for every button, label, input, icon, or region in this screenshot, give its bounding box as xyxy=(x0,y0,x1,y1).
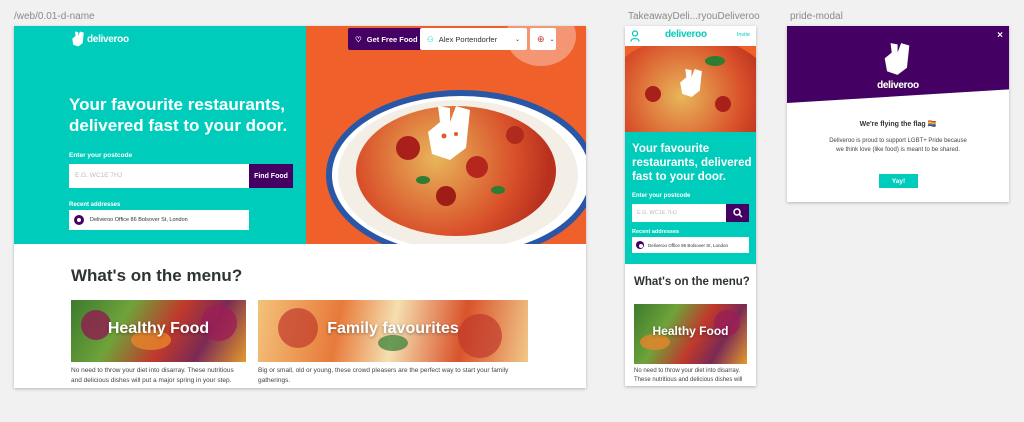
location-pin-icon xyxy=(74,215,84,225)
healthy-food-card-title: Healthy Food xyxy=(652,324,729,338)
recent-addresses-label: Recent addresses xyxy=(632,229,680,235)
deliveroo-kangaroo-icon xyxy=(680,69,702,97)
mobile-header: deliveroo Invite xyxy=(625,26,756,46)
hero-food-photo xyxy=(625,46,756,132)
mobile-frame: deliveroo Invite Your favourite restaura… xyxy=(625,26,756,386)
user-icon: ⚇ xyxy=(427,34,434,44)
healthy-food-card[interactable]: Healthy Food xyxy=(71,300,246,362)
location-pin-icon xyxy=(636,241,644,249)
heart-icon: ♡ xyxy=(355,34,362,44)
postcode-input[interactable]: E.G. WC1E 7HJ xyxy=(69,164,249,188)
logo-wordmark: deliveroo xyxy=(665,29,707,40)
user-icon[interactable] xyxy=(630,30,640,42)
deliveroo-logo[interactable]: deliveroo xyxy=(665,29,707,40)
close-icon[interactable]: × xyxy=(997,30,1003,41)
healthy-food-card-title: Healthy Food xyxy=(107,320,210,337)
recent-address-text: Deliveroo Office 86 Bolsover St, London xyxy=(648,242,728,248)
postcode-label: Enter your postcode xyxy=(69,152,133,159)
frame-label-desktop: /web/0.01-d-name xyxy=(14,11,95,22)
family-favourites-card-title: Family favourites xyxy=(327,320,459,337)
deliveroo-kangaroo-icon xyxy=(884,43,910,75)
frame-label-modal: pride-modal xyxy=(790,11,843,22)
find-food-button[interactable]: Find Food xyxy=(249,164,293,188)
logo-wordmark: deliveroo xyxy=(877,80,919,91)
recent-address-item[interactable]: Deliveroo Office 86 Bolsover St, London xyxy=(69,210,249,230)
recent-addresses-label: Recent addresses xyxy=(69,202,121,208)
postcode-input[interactable]: E.G. WC1E 7HJ xyxy=(632,204,726,222)
get-free-food-button[interactable]: ♡ Get Free Food xyxy=(348,28,425,50)
frame-label-mobile: TakeawayDeli...ryouDeliveroo xyxy=(628,11,760,22)
search-button[interactable] xyxy=(726,204,749,222)
account-menu[interactable]: ⚇ Alex Portendorfer ⌄ xyxy=(420,28,527,50)
hero-headline: Your favourite restaurants, delivered fa… xyxy=(69,95,288,135)
recent-address-item[interactable]: Deliveroo Office 86 Bolsover St, London xyxy=(632,237,749,253)
menu-section-title: What's on the menu? xyxy=(71,266,243,285)
language-selector[interactable]: ⊕ ⌄ xyxy=(530,28,556,50)
pride-modal: × deliveroo We're flying the flag 🏳️‍🌈 D… xyxy=(787,26,1009,202)
get-free-food-label: Get Free Food xyxy=(366,34,418,44)
modal-title: We're flying the flag 🏳️‍🌈 xyxy=(859,121,937,128)
healthy-food-card-description: No need to throw your diet into disarray… xyxy=(634,368,743,383)
chevron-down-icon: ⌄ xyxy=(549,36,555,43)
recent-address-text: Deliveroo Office 86 Bolsover St, London xyxy=(90,217,188,223)
search-icon xyxy=(732,208,743,218)
hero-food-photo xyxy=(306,26,586,244)
flag-icon: ⊕ xyxy=(537,33,545,44)
logo-wordmark: deliveroo xyxy=(87,33,129,45)
family-favourites-card-description: Big or small, old or young, these crowd … xyxy=(258,367,509,384)
healthy-food-card-description: No need to throw your diet into disarray… xyxy=(71,367,234,384)
desktop-frame: deliveroo ♡ Get Free Food ⚇ Alex Portend… xyxy=(14,26,586,388)
family-favourites-card[interactable]: Family favourites xyxy=(258,300,528,362)
header-menu-link[interactable]: Invite xyxy=(737,32,750,38)
chevron-down-icon: ⌄ xyxy=(514,36,520,43)
deliveroo-logo: deliveroo xyxy=(787,80,1009,91)
yay-button[interactable]: Yay! xyxy=(879,174,918,188)
user-name: Alex Portendorfer xyxy=(438,34,498,44)
healthy-food-card[interactable]: Healthy Food xyxy=(634,304,747,364)
postcode-label: Enter your postcode xyxy=(632,193,691,199)
deliveroo-kangaroo-icon xyxy=(428,106,470,160)
modal-body: Deliveroo is proud to support LGBT+ Prid… xyxy=(829,138,967,153)
menu-section-title: What's on the menu? xyxy=(634,276,750,288)
hero-headline: Your favourite restaurants, delivered fa… xyxy=(632,143,752,183)
deliveroo-logo[interactable]: deliveroo xyxy=(71,30,129,48)
deliveroo-kangaroo-icon xyxy=(72,31,84,47)
